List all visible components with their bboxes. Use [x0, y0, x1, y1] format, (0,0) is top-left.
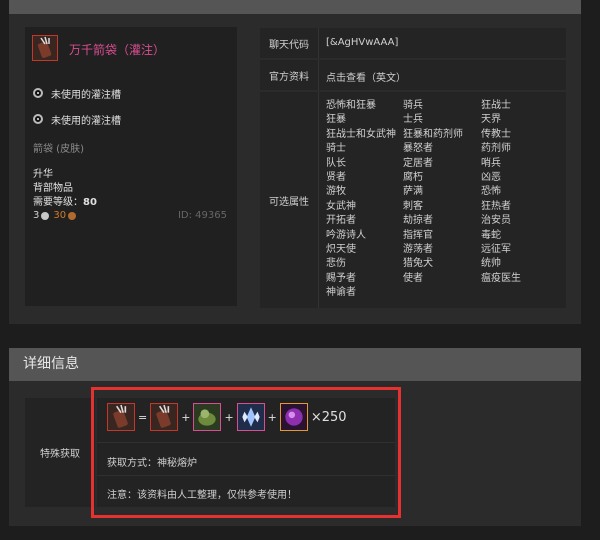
- details-panel-header: 详细信息: [9, 348, 581, 381]
- chat-code-row: 聊天代码 [&AgHVwAAA]: [260, 28, 566, 58]
- chat-code-label: 聊天代码: [260, 28, 319, 58]
- attribute-item: 刺客: [403, 200, 423, 212]
- item-card: 万千箭袋（灌注） 未使用的灌注槽 未使用的灌注槽 箭袋 (皮肤) 升华 背部物品…: [25, 27, 237, 306]
- item-level: 需要等级：80: [33, 193, 97, 208]
- item-rarity: 升华: [33, 169, 53, 180]
- attribute-item: 狂暴: [326, 114, 346, 126]
- attribute-item: 吟游诗人: [326, 229, 366, 241]
- item-skin[interactable]: 箭袋 (皮肤): [33, 140, 84, 155]
- silver-coin-icon: [41, 211, 50, 220]
- attribute-item: 队长: [326, 157, 346, 169]
- attribute-item: 恐怖和狂暴: [326, 100, 376, 111]
- attribute-item: 游牧: [326, 186, 346, 198]
- official-row: 官方资料 点击查看（英文）: [260, 60, 566, 90]
- attribute-item: 神谕者: [326, 287, 356, 299]
- attribute-item: 凶恶: [481, 172, 501, 184]
- attribute-item: 使者: [403, 272, 423, 284]
- attribute-item: 天界: [481, 114, 501, 126]
- infusion-slot-icon: [33, 114, 43, 124]
- infusion-slot-label: 未使用的灌注槽: [51, 115, 121, 127]
- attribute-item: 狂热者: [481, 200, 511, 212]
- official-link[interactable]: 点击查看（英文）: [326, 69, 406, 84]
- attribute-item: 恐怖: [481, 186, 501, 198]
- attribute-item: 贤者: [326, 172, 346, 184]
- attribute-item: 猎兔犬: [403, 258, 433, 270]
- selectable-row: 可选属性 恐怖和狂暴 狂暴 狂战士和女武神 骑士 队长 贤者 游牧 女武神 开拓…: [260, 92, 566, 308]
- infusion-slot: 未使用的灌注槽: [33, 86, 121, 101]
- attribute-column: 狂战士 天界 传教士 药剂师 哨兵 凶恶 恐怖 狂热者 治安员 毒蛇 远征军 统…: [481, 99, 521, 286]
- item-id: ID: 49365: [177, 210, 227, 221]
- attribute-item: 游荡者: [403, 244, 433, 256]
- price-silver: 3: [33, 210, 40, 221]
- infusion-slot: 未使用的灌注槽: [33, 112, 121, 127]
- attribute-item: 狂暴和药剂师: [403, 128, 463, 140]
- chat-code-value[interactable]: [&AgHVwAAA]: [326, 37, 398, 48]
- attribute-item: 炽天使: [326, 244, 356, 256]
- attribute-item: 腐朽: [403, 172, 423, 184]
- attribute-item: 定居者: [403, 157, 433, 169]
- item-panel-header: [9, 0, 581, 14]
- attribute-item: 骑士: [326, 143, 346, 155]
- attribute-item: 传教士: [481, 128, 511, 140]
- attribute-item: 统帅: [481, 258, 501, 270]
- infusion-slot-icon: [33, 88, 43, 98]
- attribute-item: 开拓者: [326, 215, 356, 227]
- attribute-column: 恐怖和狂暴 狂暴 狂战士和女武神 骑士 队长 贤者 游牧 女武神 开拓者 吟游诗…: [326, 99, 396, 301]
- attribute-item: 悲伤: [326, 258, 346, 270]
- item-name[interactable]: 万千箭袋（灌注）: [69, 41, 165, 58]
- attribute-item: 劫掠者: [403, 215, 433, 227]
- item-type: 背部物品: [33, 183, 73, 194]
- quiver-icon: [32, 35, 58, 61]
- item-price: 3 30: [33, 210, 80, 221]
- level-label: 需要等级：: [33, 197, 83, 208]
- highlight-box: [91, 387, 401, 518]
- attribute-item: 瘟疫医生: [481, 272, 521, 284]
- level-value: 80: [83, 197, 97, 208]
- attribute-item: 哨兵: [481, 157, 501, 169]
- selectable-label: 可选属性: [260, 92, 319, 308]
- copper-coin-icon: [68, 211, 77, 220]
- acquire-label: 特殊获取: [25, 398, 95, 507]
- attribute-item: 毒蛇: [481, 229, 501, 241]
- attribute-column: 骑兵 士兵 狂暴和药剂师 暴怒者 定居者 腐朽 萨满 刺客 劫掠者 指挥官 游荡…: [403, 99, 463, 286]
- attribute-item: 狂战士: [481, 100, 511, 111]
- selectable-values: 恐怖和狂暴 狂暴 狂战士和女武神 骑士 队长 贤者 游牧 女武神 开拓者 吟游诗…: [326, 99, 562, 305]
- attribute-item: 指挥官: [403, 229, 433, 241]
- attribute-item: 女武神: [326, 200, 356, 212]
- attribute-item: 士兵: [403, 114, 423, 126]
- attribute-item: 萨满: [403, 186, 423, 198]
- attribute-item: 狂战士和女武神: [326, 128, 396, 140]
- attribute-item: 药剂师: [481, 143, 511, 155]
- attribute-item: 远征军: [481, 244, 511, 256]
- infusion-slot-label: 未使用的灌注槽: [51, 89, 121, 101]
- official-label: 官方资料: [260, 60, 319, 90]
- attribute-item: 赐予者: [326, 272, 356, 284]
- attribute-item: 骑兵: [403, 100, 423, 111]
- price-copper: 30: [53, 210, 67, 221]
- attribute-item: 暴怒者: [403, 143, 433, 155]
- attribute-item: 治安员: [481, 215, 511, 227]
